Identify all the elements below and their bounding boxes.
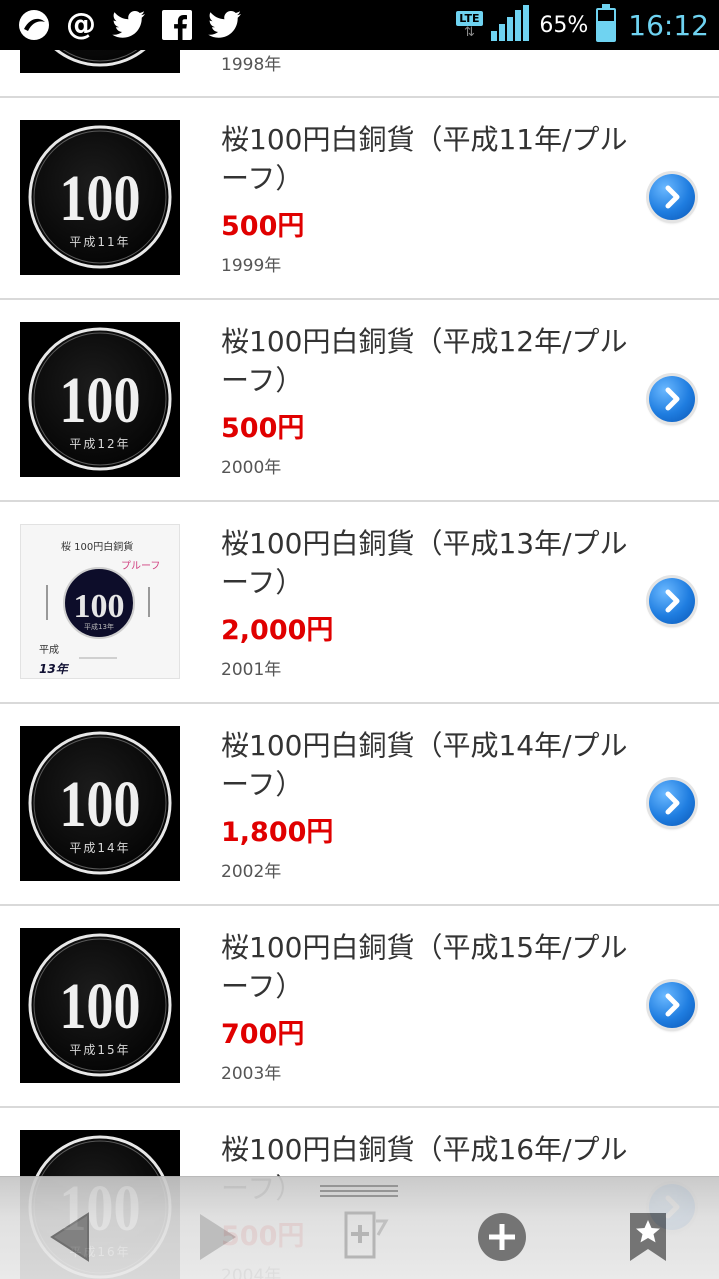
signal-strength-icon (491, 5, 531, 45)
svg-text:平成15年: 平成15年 (69, 1043, 130, 1057)
twitter-icon (208, 11, 242, 39)
notification-icons: @ (18, 9, 242, 41)
item-year: 2001年 (221, 660, 282, 680)
coin-package-image: 桜 100円白銅貨 プルーフ 100 平成13年 平成 13年 (21, 525, 179, 678)
network-type-label: LTE (456, 10, 483, 26)
coin-icon: 100 平成15年 (20, 928, 180, 1083)
list-item[interactable]: 100 平成11年 桜100円白銅貨（平成11年/プルーフ） 500円 1999年 (0, 98, 719, 300)
forward-button[interactable] (188, 1207, 248, 1267)
chevron-right-icon (665, 589, 680, 613)
item-title: 桜100円白銅貨（平成15年/プルーフ） (221, 931, 628, 1003)
item-price: 1,800円 (221, 817, 334, 848)
coin-icon: 100 平成12年 (20, 322, 180, 477)
item-title: 桜100円白銅貨（平成12年/プルーフ） (221, 325, 628, 397)
tabs-button[interactable] (336, 1207, 396, 1267)
facebook-icon (162, 10, 192, 40)
svg-text:平成11年: 平成11年 (69, 235, 130, 249)
chevron-right-icon (665, 387, 680, 411)
battery-icon (596, 4, 617, 42)
status-bar: @ LTE ⇅ 65% 16:12 (0, 0, 719, 50)
add-button[interactable] (472, 1207, 532, 1267)
svg-text:桜 100円白銅貨: 桜 100円白銅貨 (61, 540, 133, 553)
tabs-icon (344, 1211, 389, 1259)
back-button[interactable] (40, 1207, 100, 1267)
list-item[interactable]: 100 平成10年 1998年 (0, 50, 719, 98)
item-year: 2002年 (221, 862, 282, 882)
coin-icon: 100 平成11年 (20, 120, 180, 275)
svg-text:100: 100 (59, 162, 140, 235)
svg-text:100: 100 (59, 768, 140, 841)
item-year: 1998年 (221, 55, 282, 75)
at-icon: @ (66, 7, 96, 42)
svg-text:平成12年: 平成12年 (69, 437, 130, 451)
add-icon (478, 1213, 526, 1261)
item-detail-button[interactable] (649, 376, 695, 422)
item-year: 2000年 (221, 458, 282, 478)
toolbar-drag-handle[interactable] (320, 1185, 398, 1197)
battery-percent: 65% (539, 12, 589, 38)
back-arrow-icon (50, 1212, 89, 1262)
chevron-right-icon (665, 185, 680, 209)
bookmark-button[interactable] (618, 1207, 678, 1267)
svg-text:100: 100 (74, 588, 125, 625)
chevron-right-icon (665, 993, 680, 1017)
list-item[interactable]: 100 平成15年 桜100円白銅貨（平成15年/プルーフ） 700円 2003年 (0, 906, 719, 1108)
coin-thumbnail: 100 平成10年 (20, 50, 180, 73)
system-icons: LTE ⇅ 65% 16:12 (455, 4, 709, 45)
twitter-icon (112, 11, 146, 39)
data-activity-icon: ⇅ (463, 24, 475, 40)
list-item[interactable]: 100 平成14年 桜100円白銅貨（平成14年/プルーフ） 1,800円 2002… (0, 704, 719, 906)
product-list: 100 平成10年 1998年 100 平成11年 桜100円白銅貨（平成11年… (0, 50, 719, 1279)
item-title: 桜100円白銅貨（平成13年/プルーフ） (221, 527, 628, 599)
battery-level (598, 20, 615, 40)
svg-text:100: 100 (59, 364, 140, 437)
browser-toolbar (0, 1176, 719, 1279)
list-item[interactable]: 桜 100円白銅貨 プルーフ 100 平成13年 平成 13年 桜100円白銅貨… (0, 502, 719, 704)
svg-text:平成13年: 平成13年 (84, 622, 114, 631)
svg-text:100: 100 (59, 970, 140, 1043)
item-price: 500円 (221, 211, 305, 242)
item-detail-button[interactable] (649, 174, 695, 220)
coin-icon: 100 平成10年 (20, 50, 180, 73)
forward-arrow-icon (200, 1214, 236, 1260)
svg-text:プルーフ: プルーフ (121, 560, 160, 572)
item-title: 桜100円白銅貨（平成14年/プルーフ） (221, 729, 628, 801)
coin-thumbnail: 100 平成15年 (20, 928, 180, 1083)
item-title: 桜100円白銅貨（平成11年/プルーフ） (221, 123, 628, 195)
svg-text:平成: 平成 (39, 644, 59, 656)
app-logo-icon (18, 9, 50, 41)
item-price: 2,000円 (221, 615, 334, 646)
coin-thumbnail: 100 平成11年 (20, 120, 180, 275)
clock: 16:12 (628, 8, 709, 42)
lte-icon: LTE ⇅ (455, 10, 483, 40)
list-item[interactable]: 100 平成12年 桜100円白銅貨（平成12年/プルーフ） 500円 2000年 (0, 300, 719, 502)
svg-text:13年: 13年 (39, 662, 70, 676)
coin-thumbnail: 桜 100円白銅貨 プルーフ 100 平成13年 平成 13年 (20, 524, 180, 679)
coin-thumbnail: 100 平成12年 (20, 322, 180, 477)
item-detail-button[interactable] (649, 578, 695, 624)
coin-icon: 100 平成14年 (20, 726, 180, 881)
item-year: 1999年 (221, 256, 282, 276)
item-price: 700円 (221, 1019, 305, 1050)
svg-text:平成14年: 平成14年 (69, 841, 130, 855)
item-detail-button[interactable] (649, 982, 695, 1028)
item-price: 500円 (221, 413, 305, 444)
coin-thumbnail: 100 平成14年 (20, 726, 180, 881)
chevron-right-icon (665, 791, 680, 815)
bookmark-star-icon (630, 1213, 666, 1261)
item-year: 2003年 (221, 1064, 282, 1084)
item-detail-button[interactable] (649, 780, 695, 826)
